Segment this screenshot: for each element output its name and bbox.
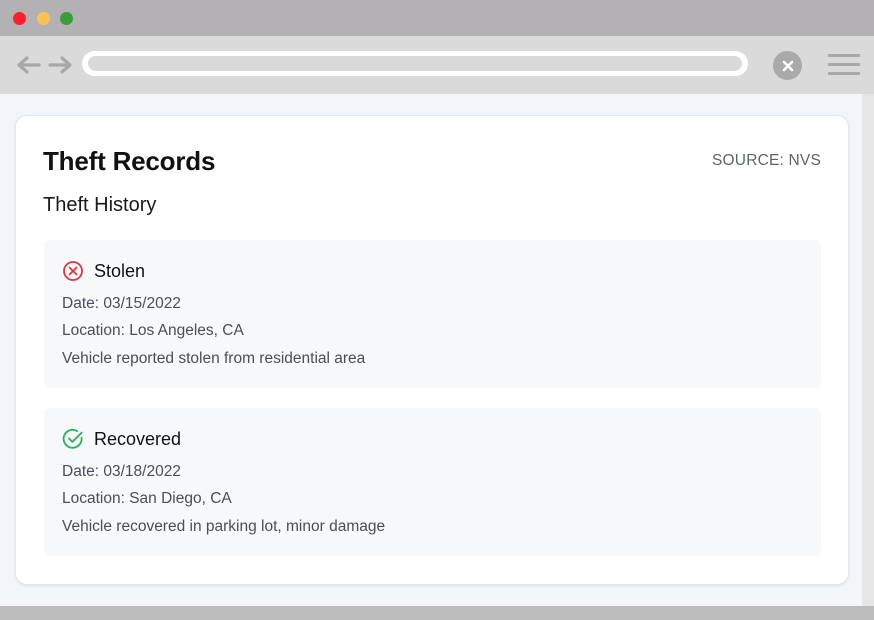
- record-description: Vehicle reported stolen from residential…: [62, 350, 366, 367]
- record-description: Vehicle recovered in parking lot, minor …: [62, 518, 386, 535]
- theft-record-stolen: Stolen Date: 03/15/2022 Location: Los An…: [44, 240, 821, 388]
- record-date: Date: 03/15/2022: [62, 295, 181, 312]
- source-label: SOURCE: NVS: [712, 152, 821, 169]
- check-circle-icon: [62, 428, 84, 450]
- window-maximize-button[interactable]: [60, 12, 73, 25]
- window-bottom-bar: [0, 606, 874, 620]
- x-circle-icon: [62, 260, 84, 282]
- theft-records-card: Theft Records SOURCE: NVS Theft History …: [15, 115, 849, 585]
- arrow-left-icon[interactable]: [15, 53, 41, 77]
- section-heading: Theft History: [43, 194, 157, 216]
- status-row: Recovered: [62, 427, 181, 451]
- theft-record-recovered: Recovered Date: 03/18/2022 Location: San…: [44, 408, 821, 556]
- status-label: Stolen: [94, 260, 146, 281]
- close-icon[interactable]: [773, 51, 802, 80]
- vertical-scrollbar[interactable]: [862, 94, 874, 606]
- record-date: Date: 03/18/2022: [62, 463, 181, 480]
- record-location: Location: San Diego, CA: [62, 490, 232, 507]
- arrow-right-icon[interactable]: [48, 53, 74, 77]
- record-location: Location: Los Angeles, CA: [62, 322, 244, 339]
- address-bar[interactable]: [82, 51, 748, 76]
- window-titlebar: [0, 0, 874, 36]
- hamburger-menu-icon[interactable]: [828, 54, 860, 76]
- window-close-button[interactable]: [13, 12, 26, 25]
- status-label: Recovered: [94, 428, 182, 449]
- page-title: Theft Records: [43, 146, 216, 176]
- status-row: Stolen: [62, 259, 145, 283]
- address-bar-field[interactable]: [88, 56, 742, 71]
- window-minimize-button[interactable]: [37, 12, 50, 25]
